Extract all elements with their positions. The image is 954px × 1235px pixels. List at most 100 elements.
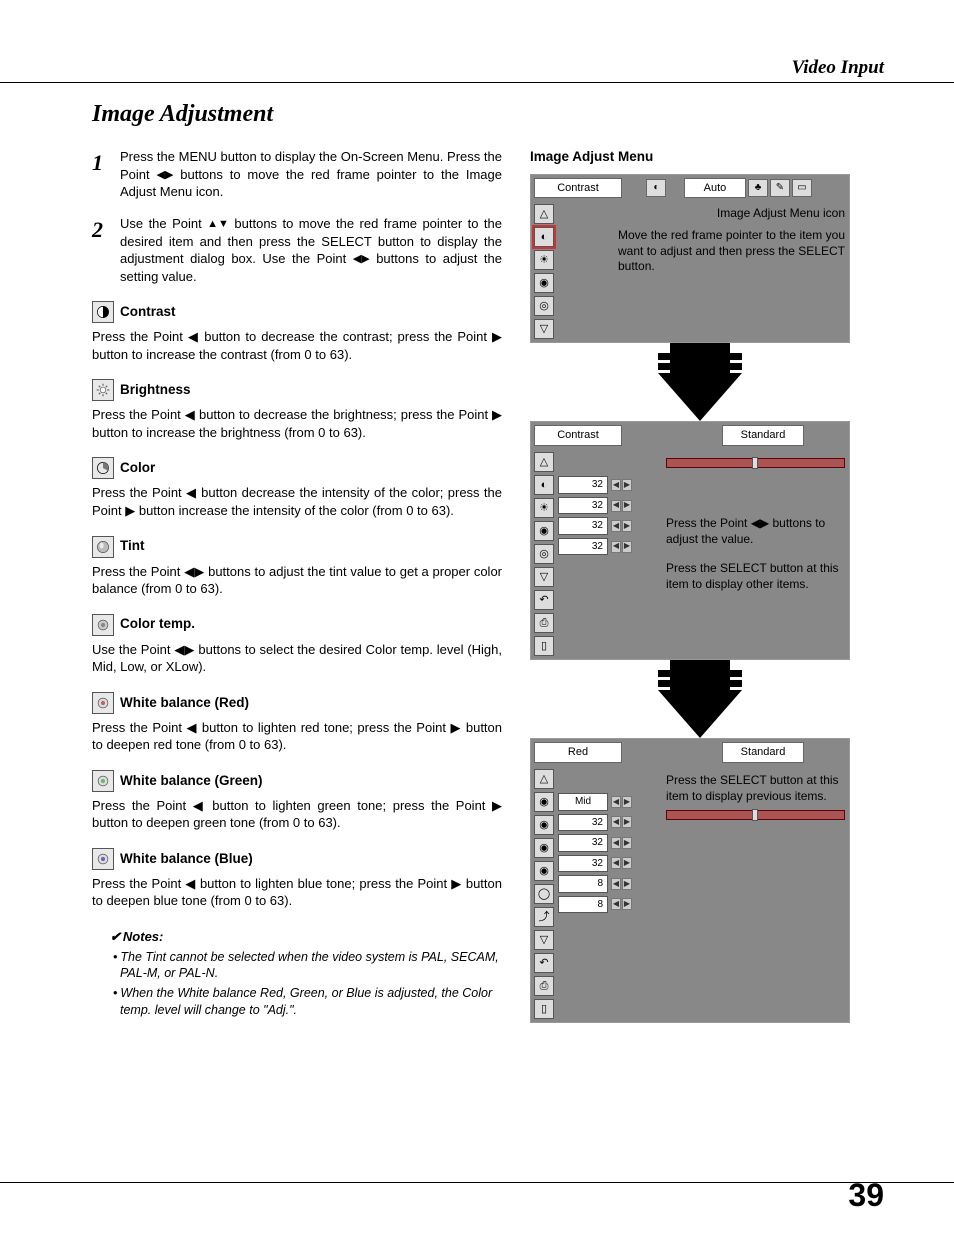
wb-green-icon: ◉ bbox=[534, 838, 554, 858]
down-arrow-icon bbox=[658, 690, 742, 738]
up-arrow-icon: △ bbox=[534, 452, 554, 472]
menu-panel-2: Contrast Standard △ ◐ ☀ ◉ ◎ ▽ ↶ ⎙ bbox=[530, 421, 850, 660]
menu-label: Contrast bbox=[534, 178, 622, 199]
toolbar-icon: ✎ bbox=[770, 179, 790, 197]
value: 32 bbox=[558, 497, 608, 515]
item-text: Press the Point ◀ button to decrease the… bbox=[92, 328, 502, 363]
item-title: Color bbox=[120, 459, 155, 477]
tint-icon bbox=[92, 536, 114, 558]
reset-icon: ↶ bbox=[534, 590, 554, 610]
value: 32 bbox=[558, 476, 608, 494]
wb-red-icon bbox=[92, 692, 114, 714]
item-text: Press the Point ◀▶ buttons to adjust the… bbox=[92, 563, 502, 598]
callout-text: Image Adjust Menu icon bbox=[558, 206, 845, 222]
menu-label: Contrast bbox=[534, 425, 622, 446]
menu-panel-1: Contrast ◐ Auto ♣ ✎ ▭ △ ◐ ☀ ◉ ◎ bbox=[530, 174, 850, 344]
store-icon: ⎙ bbox=[534, 613, 554, 633]
item-title: White balance (Blue) bbox=[120, 850, 253, 868]
quit-icon: ▯ bbox=[534, 999, 554, 1019]
auto-label: Auto bbox=[684, 178, 746, 199]
value: 32 bbox=[558, 855, 608, 873]
lr-arrows-icon: ◀▶ bbox=[611, 878, 632, 890]
left-right-arrow-icon: ◀▶ bbox=[156, 168, 173, 183]
callout-text: Move the red frame pointer to the item y… bbox=[618, 228, 845, 275]
item-title: White balance (Green) bbox=[120, 772, 263, 790]
up-arrow-icon: △ bbox=[534, 204, 554, 224]
tint-icon: ◎ bbox=[534, 544, 554, 564]
contrast-icon bbox=[92, 301, 114, 323]
item-title: Tint bbox=[120, 537, 145, 555]
item-text: Press the Point ◀ button to lighten red … bbox=[92, 719, 502, 754]
tint-icon: ◎ bbox=[534, 296, 554, 316]
toolbar-icon: ♣ bbox=[748, 179, 768, 197]
content-area: Image Adjustment 1 Press the MENU button… bbox=[92, 98, 882, 1031]
lr-arrows-icon: ◀▶ bbox=[611, 520, 632, 532]
wb-green-icon bbox=[92, 770, 114, 792]
up-arrow-icon: △ bbox=[534, 769, 554, 789]
step-number: 1 bbox=[92, 148, 110, 201]
step-text: Use the Point ▲▼ buttons to move the red… bbox=[120, 215, 502, 285]
lr-arrows-icon: ◀▶ bbox=[611, 796, 632, 808]
lr-arrows-icon: ◀▶ bbox=[611, 541, 632, 553]
color-temp-icon bbox=[92, 614, 114, 636]
page-number: 39 bbox=[848, 1174, 884, 1217]
callout-text: Press the SELECT button at this item to … bbox=[666, 561, 845, 592]
lr-arrows-icon: ◀▶ bbox=[611, 857, 632, 869]
step-text: Press the MENU button to display the On-… bbox=[120, 148, 502, 201]
right-column: Image Adjust Menu Contrast ◐ Auto ♣ ✎ ▭ … bbox=[530, 148, 870, 1031]
color-icon bbox=[92, 457, 114, 479]
quit-icon: ▯ bbox=[534, 636, 554, 656]
value: Mid bbox=[558, 793, 608, 811]
wb-blue-icon: ◉ bbox=[534, 861, 554, 881]
top-rule bbox=[0, 82, 954, 83]
menu-label: Red bbox=[534, 742, 622, 763]
left-column: 1 Press the MENU button to display the O… bbox=[92, 148, 502, 1031]
menu-heading: Image Adjust Menu bbox=[530, 148, 870, 166]
item-title: Brightness bbox=[120, 381, 191, 399]
sharpness-icon: ◯ bbox=[534, 884, 554, 904]
lr-arrows-icon: ◀▶ bbox=[611, 898, 632, 910]
brightness-icon bbox=[92, 379, 114, 401]
value: 8 bbox=[558, 875, 608, 893]
color-icon: ◉ bbox=[534, 273, 554, 293]
item-text: Use the Point ◀▶ buttons to select the d… bbox=[92, 641, 502, 676]
down-arrow-icon bbox=[658, 373, 742, 421]
toolbar-icon: ▭ bbox=[792, 179, 812, 197]
wb-blue-icon bbox=[92, 848, 114, 870]
up-down-arrow-icon: ▲▼ bbox=[207, 217, 229, 232]
callout-text: Press the Point ◀▶ buttons to adjust the… bbox=[666, 516, 845, 547]
item-text: Press the Point ◀ button to lighten gree… bbox=[92, 797, 502, 832]
color-temp-icon: ◉ bbox=[534, 792, 554, 812]
page-header: Video Input bbox=[792, 55, 884, 81]
item-text: Press the Point ◀ button to decrease the… bbox=[92, 406, 502, 441]
slider bbox=[666, 458, 845, 468]
menu-panel-3: Red Standard △ ◉ ◉ ◉ ◉ ◯ ⤴ ▽ ↶ bbox=[530, 738, 850, 1023]
brightness-icon: ☀ bbox=[534, 498, 554, 518]
value: 32 bbox=[558, 814, 608, 832]
page-title: Image Adjustment bbox=[92, 98, 882, 130]
notes-heading: Notes: bbox=[110, 928, 502, 946]
bottom-rule bbox=[0, 1182, 954, 1183]
value: 32 bbox=[558, 538, 608, 556]
value: 32 bbox=[558, 834, 608, 852]
step-number: 2 bbox=[92, 215, 110, 285]
lr-arrows-icon: ◀▶ bbox=[611, 479, 632, 491]
note-item: When the White balance Red, Green, or Bl… bbox=[110, 985, 502, 1019]
item-text: Press the Point ◀ button decrease the in… bbox=[92, 484, 502, 519]
wb-red-icon: ◉ bbox=[534, 815, 554, 835]
color-icon: ◉ bbox=[534, 521, 554, 541]
mode-label: Standard bbox=[722, 742, 804, 763]
lr-arrows-icon: ◀▶ bbox=[611, 500, 632, 512]
item-title: Contrast bbox=[120, 303, 176, 321]
note-item: The Tint cannot be selected when the vid… bbox=[110, 949, 502, 983]
contrast-icon: ◐ bbox=[534, 475, 554, 495]
notes-block: Notes: The Tint cannot be selected when … bbox=[110, 928, 502, 1019]
down-arrow-icon: ▽ bbox=[534, 319, 554, 339]
value: 32 bbox=[558, 517, 608, 535]
item-text: Press the Point ◀ button to lighten blue… bbox=[92, 875, 502, 910]
brightness-icon: ☀ bbox=[534, 250, 554, 270]
callout-text: Press the SELECT button at this item to … bbox=[666, 773, 845, 804]
down-arrow-icon: ▽ bbox=[534, 930, 554, 950]
gamma-icon: ⤴ bbox=[534, 907, 554, 927]
contrast-icon: ◐ bbox=[534, 227, 554, 247]
